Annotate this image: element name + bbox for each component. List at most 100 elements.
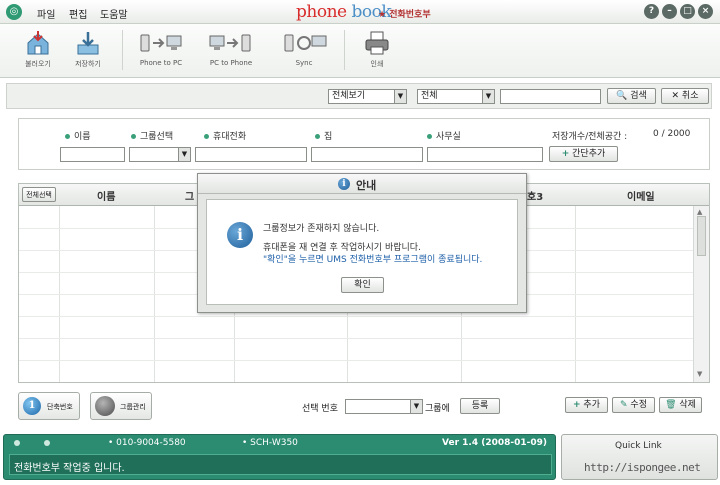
maximize-button[interactable]: □ (680, 4, 695, 19)
view-select-value: 전체보기 (332, 91, 366, 101)
chevron-down-icon: ▼ (394, 90, 406, 103)
plus-icon: + (561, 149, 570, 159)
save-button[interactable]: 저장하기 (58, 27, 118, 75)
mobile-input[interactable] (195, 147, 307, 162)
name-field-label: 이름 (65, 129, 91, 142)
home-input[interactable] (311, 147, 423, 162)
scrollbar-thumb[interactable] (697, 216, 706, 256)
selected-number-label: 선택 번호 (302, 404, 338, 414)
group-target-select[interactable]: ▼ (345, 399, 423, 414)
bullet-icon (204, 134, 209, 139)
sync-label: Sync (295, 59, 313, 67)
group-manage-label: 그룹관리 (120, 403, 146, 411)
dialog-ok-button[interactable]: 확인 (341, 277, 384, 293)
close-button[interactable]: × (698, 4, 713, 19)
status-message-box: 전화번호부 작업중 입니다. (9, 454, 552, 475)
bullet-icon (131, 134, 136, 139)
sync-icon (284, 34, 327, 52)
scroll-down-icon[interactable]: ▼ (697, 370, 702, 378)
capacity-value: 0 / 2000 (653, 129, 691, 139)
column-email[interactable]: 이메일 (627, 188, 655, 203)
edit-button-label: 수정 (630, 400, 647, 410)
grid-scrollbar[interactable]: ▲ ▼ (693, 206, 709, 382)
column-group[interactable]: 그 (185, 188, 194, 203)
group-manage-button[interactable]: 그룹관리 (90, 392, 152, 420)
bullet-icon (315, 134, 320, 139)
view-select[interactable]: 전체보기 ▼ (328, 89, 407, 104)
menu-help[interactable]: 도움말 (100, 6, 128, 21)
info-icon: i (338, 178, 350, 190)
plus-icon: + (573, 400, 581, 410)
sync-button[interactable]: Sync (274, 27, 334, 75)
select-all-button[interactable]: 전체선택 (22, 187, 56, 202)
group-field-label: 그룹선택 (131, 129, 173, 142)
office-input[interactable] (427, 147, 543, 162)
dialog-title-bar: i 안내 (198, 174, 526, 194)
cancel-x-icon: ✕ (671, 91, 680, 101)
group-select[interactable]: ▼ (129, 147, 191, 162)
menu-file[interactable]: 파일 (37, 6, 55, 21)
quick-add-button[interactable]: + 간단추가 (549, 146, 618, 162)
version-text: Ver 1.4 (2008-01-09) (442, 438, 548, 448)
delete-button[interactable]: 🗑 삭제 (659, 397, 702, 413)
pc-to-phone-button[interactable]: PC to Phone (201, 27, 261, 75)
column-name[interactable]: 이름 (97, 188, 115, 203)
mobile-field-label: 휴대전화 (204, 129, 246, 142)
add-button-label: 추가 (583, 400, 600, 410)
to-group-label: 그룹에 (425, 404, 450, 414)
notice-dialog: i 안내 i 그룹정보가 존재하지 않습니다. 휴대폰을 재 연결 후 작업하시… (197, 173, 527, 313)
grid-row (19, 360, 693, 361)
cancel-button[interactable]: ✕ 취소 (661, 88, 709, 104)
quick-add-label: 간단추가 (572, 149, 606, 159)
cancel-button-label: 취소 (681, 91, 699, 101)
trash-icon: 🗑 (665, 400, 677, 410)
scroll-up-icon[interactable]: ▲ (697, 208, 702, 216)
column-phone3[interactable]: 호3 (527, 188, 543, 203)
status-led-icon (44, 440, 50, 446)
phone-model: • SCH-W350 (242, 438, 298, 448)
connected-phone-number: • 010-9004-5580 (108, 438, 186, 448)
search-input[interactable] (500, 89, 601, 104)
print-button[interactable]: 인쇄 (347, 27, 407, 75)
pc-to-phone-icon (209, 34, 251, 52)
dialog-title: 안내 (356, 179, 377, 192)
mobile-field-label-text: 휴대전화 (213, 132, 247, 142)
menu-edit[interactable]: 편집 (69, 6, 87, 21)
minimize-button[interactable]: – (662, 4, 677, 19)
dialog-message-line3: "확인"을 누르면 UMS 전화번호부 프로그램이 종료됩니다. (263, 255, 483, 265)
help-window-button[interactable]: ? (644, 4, 659, 19)
add-button[interactable]: + 추가 (565, 397, 608, 413)
dialog-message-line1: 그룹정보가 존재하지 않습니다. (263, 224, 380, 234)
phone-to-pc-button[interactable]: Phone to PC (131, 27, 191, 75)
phone-model-text: SCH-W350 (250, 438, 298, 448)
grid-row (19, 338, 693, 339)
search-button[interactable]: 🔍 검색 (607, 88, 656, 104)
brand-subtitle: ★ 전화번호부 (378, 10, 431, 20)
group-field-label-text: 그룹선택 (140, 132, 174, 142)
edit-button[interactable]: ✎ 수정 (612, 397, 655, 413)
app-logo-icon: ◎ (6, 4, 22, 20)
bullet-icon (65, 134, 70, 139)
speed-dial-button[interactable]: 1 단축번호 (18, 392, 80, 420)
brand-logo-part1: phone (296, 2, 347, 22)
toolbar: 불러오기 저장하기 Phone to PC PC to Phone Sync 인… (0, 24, 720, 78)
printer-icon (365, 31, 389, 55)
name-field-label-text: 이름 (74, 132, 91, 142)
save-label: 저장하기 (75, 60, 101, 68)
search-icon: 🔍 (616, 91, 628, 101)
chevron-down-icon: ▼ (482, 90, 494, 103)
toolbar-separator (122, 30, 123, 70)
wrench-icon: ✎ (620, 400, 628, 410)
name-input[interactable] (60, 147, 125, 162)
chevron-down-icon: ▼ (410, 400, 422, 413)
bullet-icon (427, 134, 432, 139)
chevron-down-icon: ▼ (178, 148, 190, 161)
pc-to-phone-label: PC to Phone (209, 59, 253, 67)
register-button[interactable]: 등록 (460, 398, 500, 414)
globe-icon: 1 (23, 397, 41, 415)
scope-select[interactable]: 전체 ▼ (417, 89, 495, 104)
entry-panel: 이름 그룹선택 휴대전화 집 사무실 저장개수/전체공간 : 0 / 2000 … (18, 118, 710, 170)
quick-link-panel: Quick Link http://ispongee.net (561, 434, 718, 480)
status-message: 전화번호부 작업중 입니다. (14, 463, 125, 474)
title-bar: ◎ 파일 편집 도움말 phone book ★ 전화번호부 ? – □ × (0, 0, 720, 24)
